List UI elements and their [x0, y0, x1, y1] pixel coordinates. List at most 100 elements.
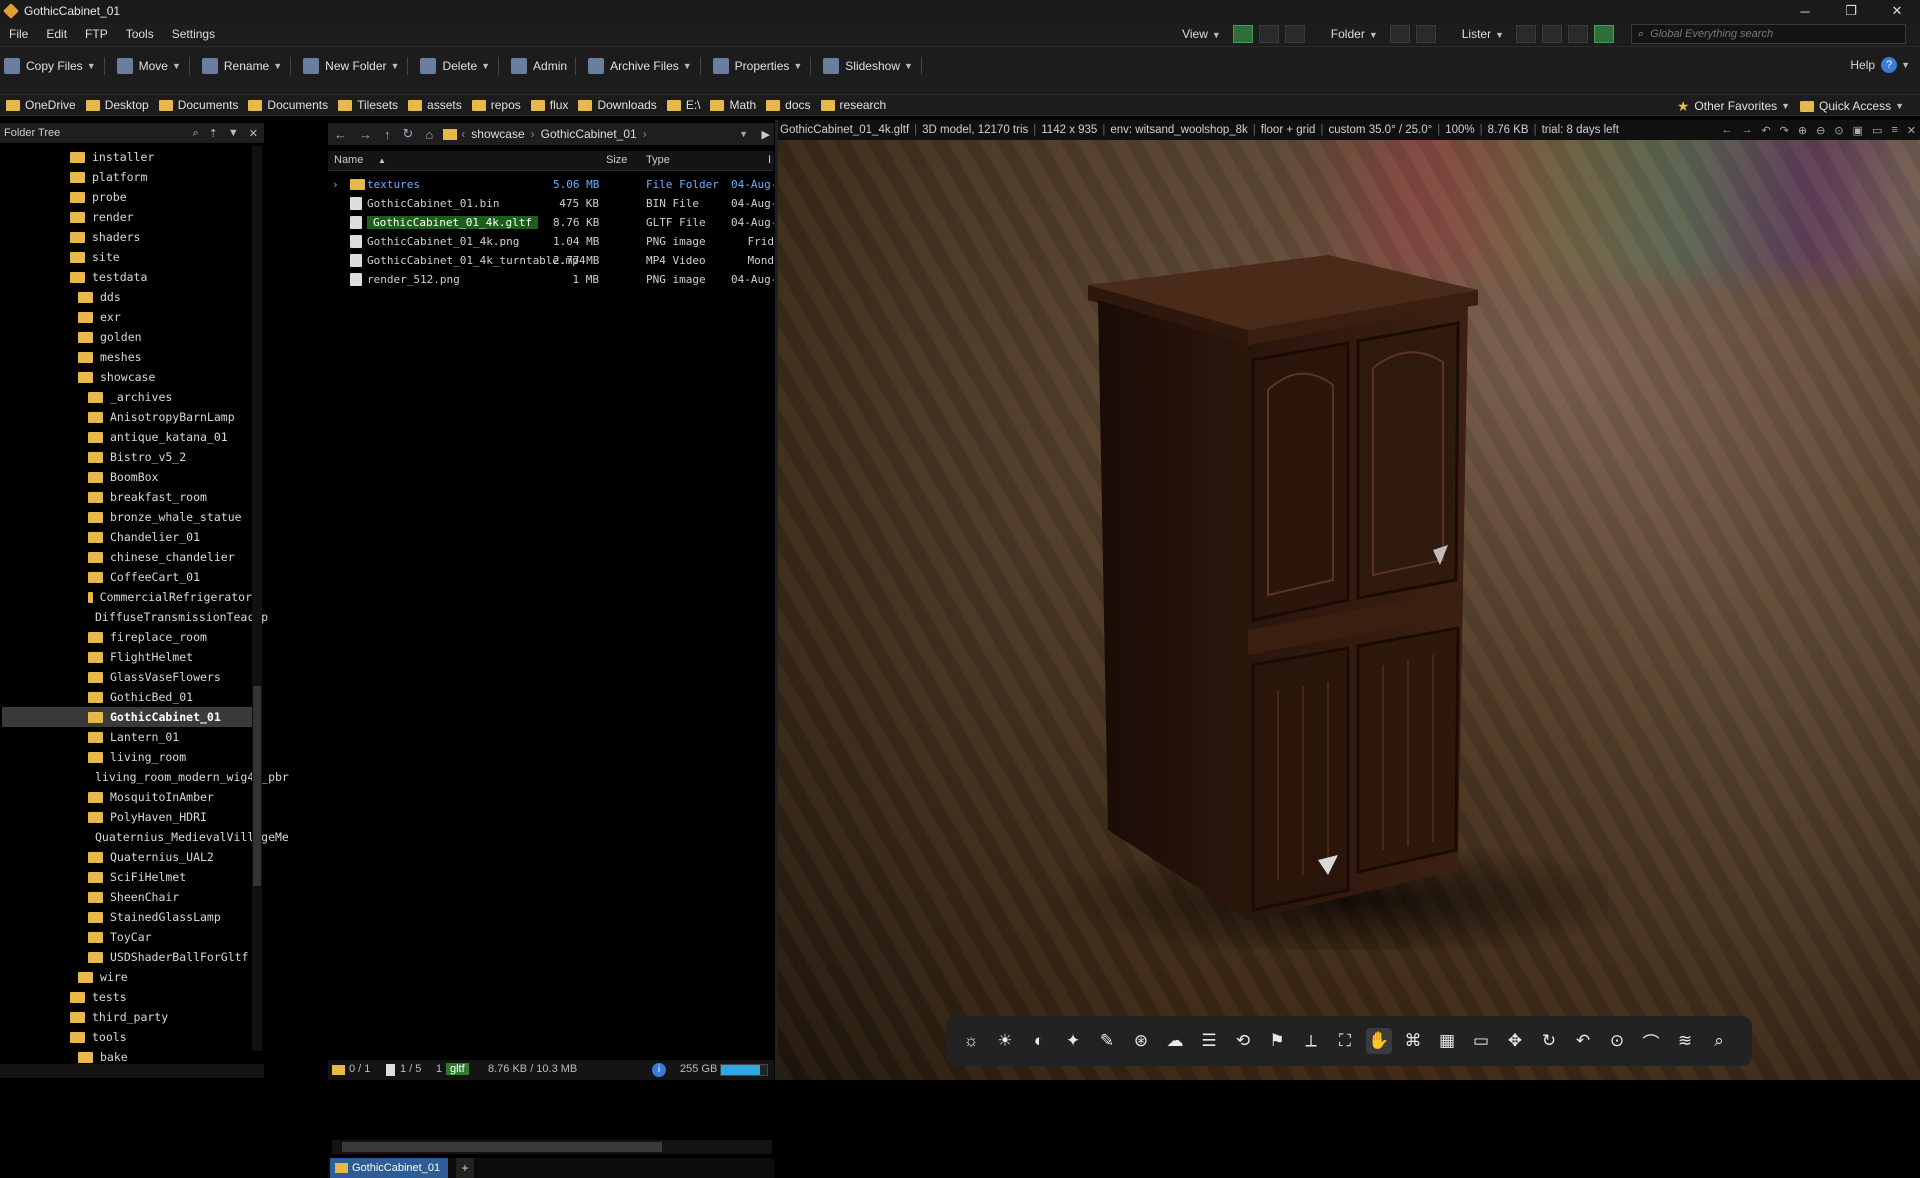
pan-hand-icon[interactable]: ✋ [1366, 1028, 1392, 1054]
tree-scrollbar[interactable] [252, 146, 262, 1051]
admin-button[interactable]: Admin [511, 57, 577, 75]
tree-item[interactable]: DiffuseTransmissionTeacup [0, 607, 268, 627]
cube-rotate-icon[interactable]: ⟲ [1230, 1028, 1256, 1054]
tree-item[interactable]: BoomBox [0, 467, 252, 487]
breadcrumb-gothiccabinet[interactable]: GothicCabinet_01 [541, 127, 637, 141]
lister-viewer-icon[interactable] [1594, 25, 1614, 43]
other-favorites-button[interactable]: ★ Other Favorites ▼ [1677, 98, 1790, 115]
tree-item[interactable]: fireplace_room [0, 627, 252, 647]
folder-tab[interactable]: GothicCabinet_01 [330, 1158, 449, 1178]
file-horizontal-scrollbar[interactable] [332, 1140, 772, 1154]
favorite-item[interactable]: E:\ [666, 98, 700, 112]
column-size[interactable]: Size [606, 154, 627, 166]
tree-item[interactable]: living_room_modern_wig42_pbr [0, 767, 289, 787]
slideshow-button[interactable]: Slideshow ▼ [823, 57, 922, 75]
fullscreen-icon[interactable]: ▣ [1853, 124, 1863, 137]
tree-item[interactable]: FlightHelmet [0, 647, 252, 667]
path-dropdown-icon[interactable]: ▼ [739, 129, 748, 139]
aperture-icon[interactable]: ⊛ [1128, 1028, 1154, 1054]
home-icon[interactable]: ⌂ [425, 127, 433, 142]
menu-ftp[interactable]: FTP [76, 27, 117, 41]
tree-item[interactable]: bronze_whale_statue [0, 507, 252, 527]
lasso-icon[interactable]: ⌒ [1638, 1028, 1664, 1054]
tree-item[interactable]: living_room [0, 747, 252, 767]
archive-files-button[interactable]: Archive Files ▼ [588, 57, 701, 75]
favorite-item[interactable]: research [820, 98, 886, 112]
prev-icon[interactable]: ← [1721, 124, 1732, 136]
favorite-item[interactable]: repos [471, 98, 521, 112]
exposure-icon[interactable]: ☼ [958, 1028, 984, 1054]
tree-item[interactable]: MosquitoInAmber [0, 787, 252, 807]
forward-icon[interactable]: → [359, 127, 372, 142]
tree-item[interactable]: GothicCabinet_01 [2, 707, 252, 727]
list-icon[interactable]: ☰ [1196, 1028, 1222, 1054]
column-date[interactable]: I [768, 154, 771, 166]
tree-item[interactable]: Quaternius_MedievalVillageMe [0, 827, 289, 847]
quick-access-button[interactable]: Quick Access ▼ [1800, 99, 1904, 113]
favorite-item[interactable]: Desktop [85, 98, 149, 112]
tree-item[interactable]: installer [0, 147, 252, 167]
tree-item[interactable]: tests [0, 987, 252, 1007]
tree-item[interactable]: StainedGlassLamp [0, 907, 252, 927]
minimize-button[interactable]: ─ [1782, 0, 1828, 22]
copy-files-button[interactable]: Copy Files ▼ [4, 57, 105, 75]
tree-item[interactable]: _archives [0, 387, 252, 407]
tree-item[interactable]: render [0, 207, 252, 227]
tree-search-icon[interactable]: ⌕ [193, 127, 199, 140]
view-thumbnails-icon[interactable] [1284, 25, 1305, 43]
info-icon[interactable]: i [652, 1063, 666, 1077]
redo-icon[interactable]: ↷ [1780, 124, 1789, 137]
restore-icon[interactable]: ▭ [1872, 124, 1882, 137]
tree-scroll-thumb[interactable] [253, 686, 261, 886]
column-name[interactable]: Name [334, 154, 363, 166]
tree-item[interactable]: tools [0, 1027, 252, 1047]
tree-item[interactable]: dds [0, 287, 252, 307]
new-tab-button[interactable]: + [456, 1158, 474, 1178]
new-folder-button[interactable]: New Folder ▼ [303, 57, 409, 75]
bookmark-icon[interactable]: ⚑ [1264, 1028, 1290, 1054]
tree-item[interactable]: meshes [0, 347, 252, 367]
tree-options-icon[interactable]: ▼ [228, 127, 239, 139]
next-icon[interactable]: → [1741, 124, 1752, 136]
brush-icon[interactable]: ✎ [1094, 1028, 1120, 1054]
tree-item[interactable]: CoffeeCart_01 [0, 567, 252, 587]
lister-menu[interactable]: Lister ▼ [1453, 27, 1513, 41]
grid-icon[interactable]: ▦ [1434, 1028, 1460, 1054]
tree-item[interactable]: SheenChair [0, 887, 252, 907]
tree-item[interactable]: breakfast_room [0, 487, 252, 507]
light-icon[interactable]: ☀ [992, 1028, 1018, 1054]
favorite-item[interactable]: Math [710, 98, 756, 112]
tree-item[interactable]: Chandelier_01 [0, 527, 252, 547]
tree-close-icon[interactable]: ✕ [249, 127, 258, 140]
column-type[interactable]: Type [646, 154, 670, 166]
tree-item[interactable]: Lantern_01 [0, 727, 252, 747]
folder-menu[interactable]: Folder ▼ [1322, 27, 1387, 41]
tree-item[interactable]: Quaternius_UAL2 [0, 847, 252, 867]
menu-tools[interactable]: Tools [117, 27, 163, 41]
refresh-icon[interactable]: ↻ [403, 126, 414, 142]
tree-item[interactable]: showcase [0, 367, 252, 387]
expand-chevron-icon[interactable]: › [332, 178, 339, 191]
favorite-item[interactable]: flux [530, 98, 568, 112]
tree-item[interactable]: third_party [0, 1007, 252, 1027]
favorite-item[interactable]: Documents [158, 98, 238, 112]
tree-item[interactable]: Bistro_v5_2 [0, 447, 252, 467]
refresh-icon[interactable]: ↻ [1536, 1028, 1562, 1054]
tree-item[interactable]: ToyCar [0, 927, 252, 947]
undo-icon[interactable]: ↶ [1761, 124, 1770, 137]
tree-item[interactable]: shaders [0, 227, 252, 247]
favorite-item[interactable]: Tilesets [338, 98, 398, 112]
back-icon[interactable]: ← [334, 127, 347, 142]
tree-item[interactable]: USDShaderBallForGltf [0, 947, 252, 967]
file-row[interactable]: render_512.png 1 MB PNG image 04-Aug- [328, 270, 774, 289]
move-button[interactable]: Move ▼ [116, 57, 190, 75]
folder-layout-icon[interactable] [1389, 25, 1410, 43]
menu-file[interactable]: File [0, 27, 37, 41]
tree-item[interactable]: golden [0, 327, 252, 347]
help-button[interactable]: Help ? ▼ [1850, 57, 1910, 73]
favorite-item[interactable]: Downloads [578, 98, 657, 112]
folder-dual-icon[interactable] [1415, 25, 1436, 43]
tree-item[interactable]: testdata [0, 267, 252, 287]
fit-icon[interactable]: ⊙ [1834, 124, 1843, 137]
file-row[interactable]: GothicCabinet_01_4k.gltf 8.76 KB GLTF File… [328, 213, 774, 232]
